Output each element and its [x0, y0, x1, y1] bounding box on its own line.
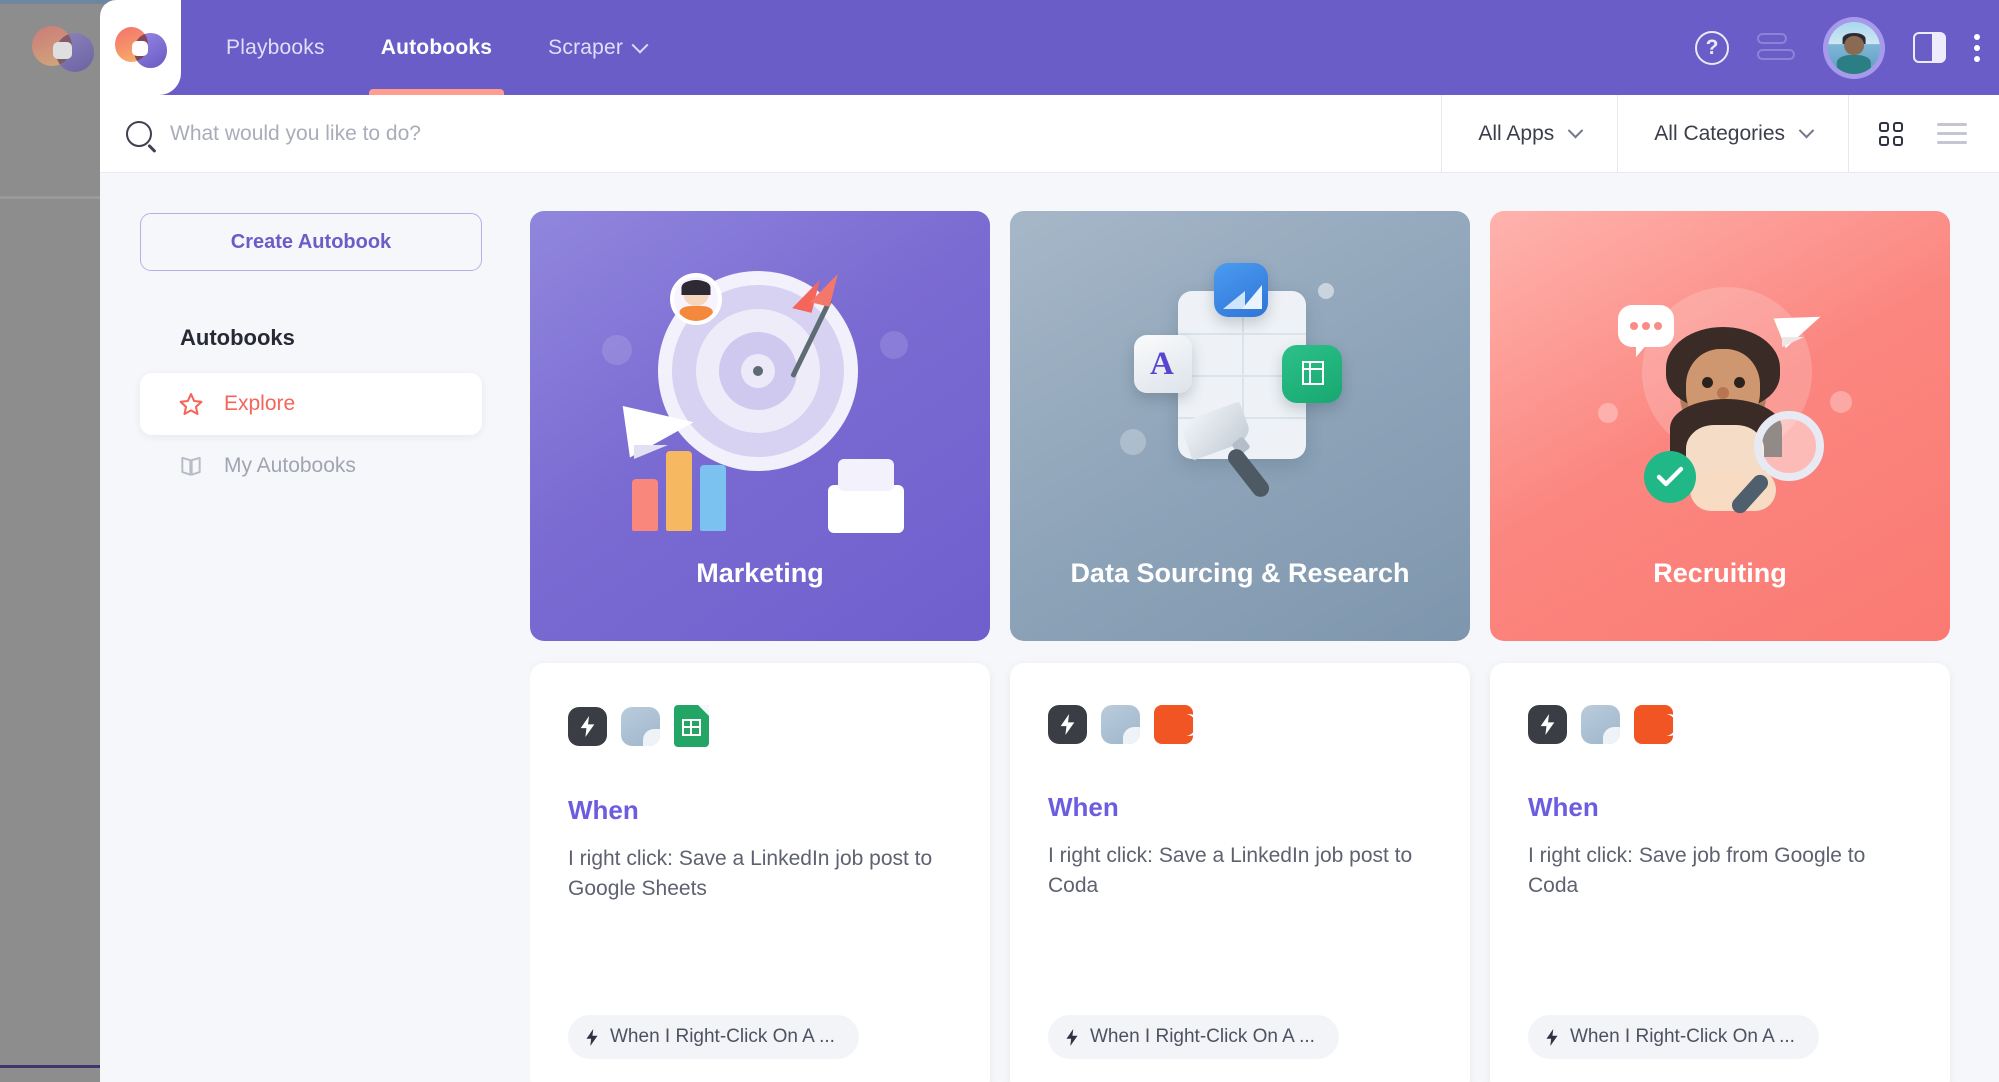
grid-view-icon[interactable]	[1879, 121, 1903, 146]
automation-title: When	[568, 795, 639, 825]
filter-all-apps-label: All Apps	[1478, 121, 1555, 145]
search-icon	[126, 120, 152, 147]
category-card-recruiting[interactable]: Recruiting	[1490, 211, 1950, 641]
bolt-icon	[1066, 1028, 1078, 1046]
data-sourcing-illustration: A	[1010, 253, 1470, 533]
queue-button[interactable]	[1757, 32, 1795, 63]
nav-label-playbooks: Playbooks	[226, 35, 325, 59]
app-body: Create Autobook Autobooks Explore My Aut…	[100, 173, 1999, 1082]
sidebar-section-heading: Autobooks	[180, 325, 295, 350]
queue-icon	[1757, 32, 1795, 63]
coda-icon	[1634, 705, 1673, 744]
trigger-chip[interactable]: When I Right-Click On A ...	[1048, 1015, 1339, 1059]
chevron-down-icon	[1567, 122, 1584, 139]
app-icon-strip	[568, 705, 952, 747]
note-icon	[621, 706, 660, 746]
bolt-icon	[1048, 705, 1087, 744]
nav-label-scraper: Scraper	[548, 35, 624, 59]
create-autobook-button[interactable]: Create Autobook	[140, 213, 482, 271]
automation-title: When	[1048, 792, 1119, 822]
list-view-icon[interactable]	[1937, 123, 1967, 144]
trigger-chip-label: When I Right-Click On A ...	[1090, 1026, 1315, 1047]
trigger-chip[interactable]: When I Right-Click On A ...	[1528, 1015, 1819, 1059]
sidebar-item-my-autobooks[interactable]: My Autobooks	[140, 435, 482, 497]
main-nav: Playbooks Autobooks Scraper	[198, 0, 674, 95]
chevron-down-icon	[1798, 122, 1815, 139]
sidebar: Create Autobook Autobooks Explore My Aut…	[100, 173, 530, 1082]
content-area: Marketing A Data Sourcing & Research Rec…	[530, 173, 1999, 1082]
app-logo-button[interactable]	[100, 0, 181, 95]
view-toggles	[1848, 95, 1999, 172]
trigger-chip[interactable]: When I Right-Click On A ...	[568, 1015, 859, 1059]
category-card-row: Marketing A Data Sourcing & Research Rec…	[530, 211, 1999, 641]
chevron-down-icon	[631, 36, 649, 54]
app-logo-icon	[114, 26, 167, 70]
trigger-chip-label: When I Right-Click On A ...	[610, 1026, 835, 1047]
sidebar-item-label: My Autobooks	[224, 454, 356, 477]
bolt-icon	[1546, 1028, 1558, 1046]
nav-item-autobooks[interactable]: Autobooks	[353, 0, 520, 95]
app-icon-strip	[1528, 705, 1912, 744]
more-menu-button[interactable]	[1974, 33, 1981, 62]
bolt-icon	[568, 706, 607, 746]
search-input[interactable]	[170, 121, 1442, 146]
category-card-data-sourcing[interactable]: A Data Sourcing & Research	[1010, 211, 1470, 641]
more-menu-icon	[1974, 33, 1981, 62]
star-icon	[179, 393, 203, 415]
category-label: Recruiting	[1653, 558, 1787, 588]
category-label: Marketing	[696, 558, 824, 588]
backdrop-app-logo	[32, 24, 94, 74]
automation-description: I right click: Save a LinkedIn job post …	[568, 847, 933, 900]
filter-all-categories-label: All Categories	[1654, 121, 1785, 145]
automation-card[interactable]: When I right click: Save a LinkedIn job …	[530, 663, 990, 1082]
app-header: Playbooks Autobooks Scraper ?	[100, 0, 1999, 95]
note-icon	[1101, 705, 1140, 744]
avatar	[1828, 21, 1880, 74]
filter-all-apps[interactable]: All Apps	[1441, 95, 1617, 172]
trigger-chip-label: When I Right-Click On A ...	[1570, 1026, 1795, 1047]
panel-toggle-icon	[1913, 32, 1946, 63]
automation-card[interactable]: When I right click: Save a LinkedIn job …	[1010, 663, 1470, 1082]
automation-description: I right click: Save a LinkedIn job post …	[1048, 844, 1413, 897]
automation-card[interactable]: When I right click: Save job from Google…	[1490, 663, 1950, 1082]
help-icon: ?	[1695, 30, 1729, 65]
book-icon	[181, 456, 201, 476]
bolt-icon	[1528, 705, 1567, 744]
app-icon-strip	[1048, 705, 1432, 744]
sidebar-item-explore[interactable]: Explore	[140, 373, 482, 435]
automation-card-row: When I right click: Save a LinkedIn job …	[530, 663, 1999, 1082]
search-toolbar: All Apps All Categories	[100, 95, 1999, 173]
note-icon	[1581, 705, 1620, 744]
google-sheets-icon	[674, 705, 709, 747]
sidebar-item-label: Explore	[224, 392, 296, 415]
automation-title: When	[1528, 792, 1599, 822]
panel-toggle-button[interactable]	[1913, 32, 1946, 63]
avatar-button[interactable]	[1823, 16, 1885, 79]
category-label: Data Sourcing & Research	[1070, 558, 1410, 588]
automation-description: I right click: Save job from Google to C…	[1528, 844, 1866, 897]
coda-icon	[1154, 705, 1193, 744]
filter-all-categories[interactable]: All Categories	[1617, 95, 1848, 172]
search-field-wrap	[100, 95, 1442, 172]
category-card-marketing[interactable]: Marketing	[530, 211, 990, 641]
nav-label-autobooks: Autobooks	[380, 35, 493, 59]
nav-item-playbooks[interactable]: Playbooks	[198, 0, 353, 95]
marketing-illustration	[530, 253, 990, 533]
bolt-icon	[586, 1028, 598, 1046]
header-actions: ?	[1695, 0, 1981, 95]
recruiting-illustration	[1490, 253, 1950, 533]
app-panel: Playbooks Autobooks Scraper ? What would…	[100, 0, 1999, 1082]
help-button[interactable]: ?	[1695, 30, 1729, 65]
nav-item-scraper[interactable]: Scraper	[520, 0, 674, 95]
